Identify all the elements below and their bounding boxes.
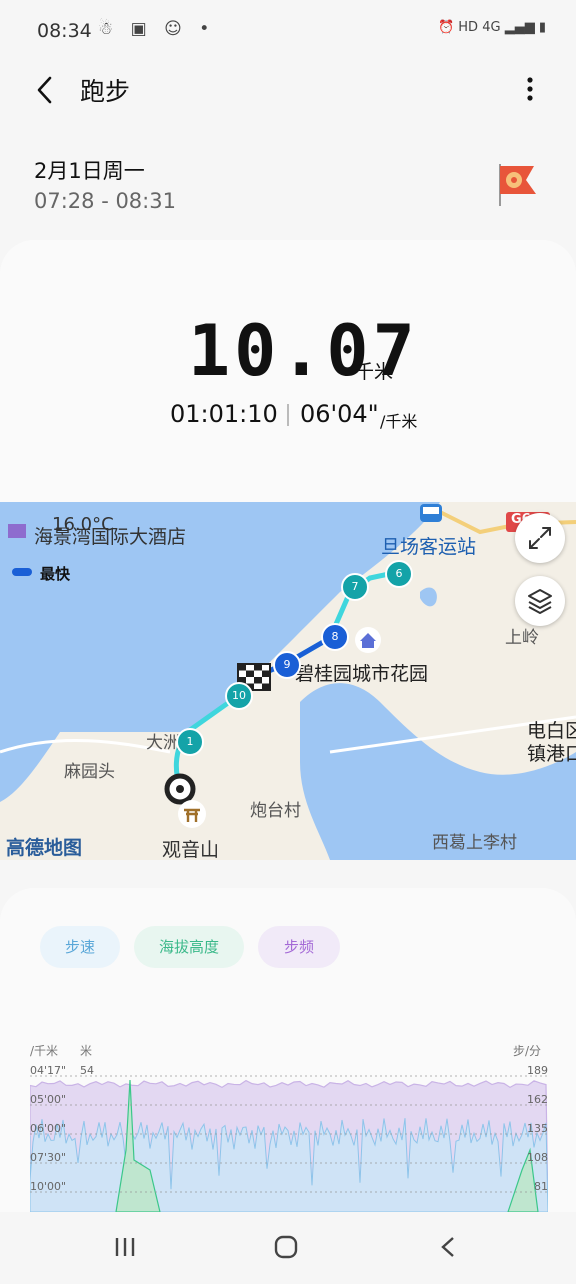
back-button[interactable] [30,72,66,108]
map-label-shangling: 上岭 [505,628,539,648]
tab-altitude-label: 海拔高度 [158,938,219,956]
notification-icons: ☃ ▣ ☺ • [98,19,216,39]
status-bar: 08:34 ☃ ▣ ☺ • ⏰ HD 4G ▂▄▆ ▮ [0,0,576,62]
pace-unit: /千米 [380,412,418,431]
map-label-guanyin: 观音山 [162,839,220,860]
expand-icon [529,527,551,549]
more-options-button[interactable] [516,72,544,108]
back-nav-icon [441,1237,454,1257]
network-label: 4G [482,20,501,35]
map-label-zhengang: 镇港口 [527,743,576,765]
map-label-hotel: 海景湾国际大酒店 [34,526,187,548]
back-arrow-icon [37,76,52,104]
map-label-paotai: 炮台村 [250,801,301,821]
map-label-garden: 碧桂园城市花园 [295,663,429,685]
pace-value: 06'04" [300,400,379,428]
pace-tick-label: 07'30" [30,1151,66,1164]
map-legend-fastest: 最快 [40,565,71,583]
cadence-tick-label: 108 [527,1151,548,1164]
cadence-tick-label: 135 [527,1122,548,1135]
cadence-tick-label: 162 [527,1093,548,1106]
status-right: ⏰ HD 4G ▂▄▆ ▮ [438,20,546,35]
map-label-dachu: 大洲 [146,733,180,753]
system-nav-bar [0,1212,576,1280]
map-label-mayuan: 麻园头 [64,762,115,782]
layers-icon [528,589,552,614]
duration-value: 01:01:10 [170,400,278,428]
altitude-tick-label: 54 [80,1064,94,1077]
map-layers-button[interactable] [515,576,565,626]
km-marker-9[interactable]: 9 [273,651,301,679]
tab-pace-label: 步速 [64,938,95,956]
nav-icons [115,1235,454,1259]
pace-tick-label: 05'00" [30,1093,66,1106]
battery-icon: ▮ [538,20,546,35]
more-vertical-icon [527,77,533,101]
km-marker-8[interactable]: 8 [321,623,349,651]
expand-map-button[interactable] [515,513,565,563]
signal-icon: ▂▄▆ [504,20,535,35]
km-marker-1[interactable]: 1 [176,728,204,756]
km-marker-7[interactable]: 7 [341,573,369,601]
tab-altitude[interactable]: 海拔高度 [134,926,244,968]
hd-label: HD [458,20,479,35]
tab-pace[interactable]: 步速 [40,926,120,968]
workout-chart[interactable]: 04'17" 189 05'00" 162 06'00" 135 07'30" 108 10'0… [29,1040,549,1213]
km-marker-10[interactable]: 10 [225,682,253,710]
route-map[interactable]: 16.0°C 海景湾国际大酒店 最快 旦场客运站 碧桂园城市花园 上岭 电白区 … [0,502,576,860]
workout-date: 2月1日周一 [34,159,145,183]
map-provider-logo: 高德地图 [6,837,83,859]
tab-cadence-label: 步频 [283,938,314,956]
workout-time-range: 07:28 - 08:31 [34,189,176,213]
chart-svg: 04'17" 189 05'00" 162 06'00" 135 07'30" 108 10'0… [29,1064,549,1213]
pace-tick-label: 06'00" [30,1122,66,1135]
map-label-xige: 西葛上李村 [432,833,517,853]
pace-tick-label: 04'17" [30,1064,66,1077]
badge-flag-button[interactable] [496,160,542,210]
tab-cadence[interactable]: 步频 [258,926,340,968]
page-title: 跑步 [80,77,131,106]
recent-apps-icon [115,1238,135,1256]
flag-icon [499,164,536,206]
distance-unit: 千米 [355,361,394,383]
alarm-icon: ⏰ [437,20,455,35]
home-icon [274,1235,298,1259]
cadence-tick-label: 81 [534,1180,548,1193]
cadence-tick-label: 189 [527,1064,548,1077]
divider [287,404,289,426]
map-label-station: 旦场客运站 [381,536,477,558]
km-marker-6[interactable]: 6 [385,560,413,588]
status-time: 08:34 [37,20,92,42]
pace-tick-label: 10'00" [30,1180,66,1193]
